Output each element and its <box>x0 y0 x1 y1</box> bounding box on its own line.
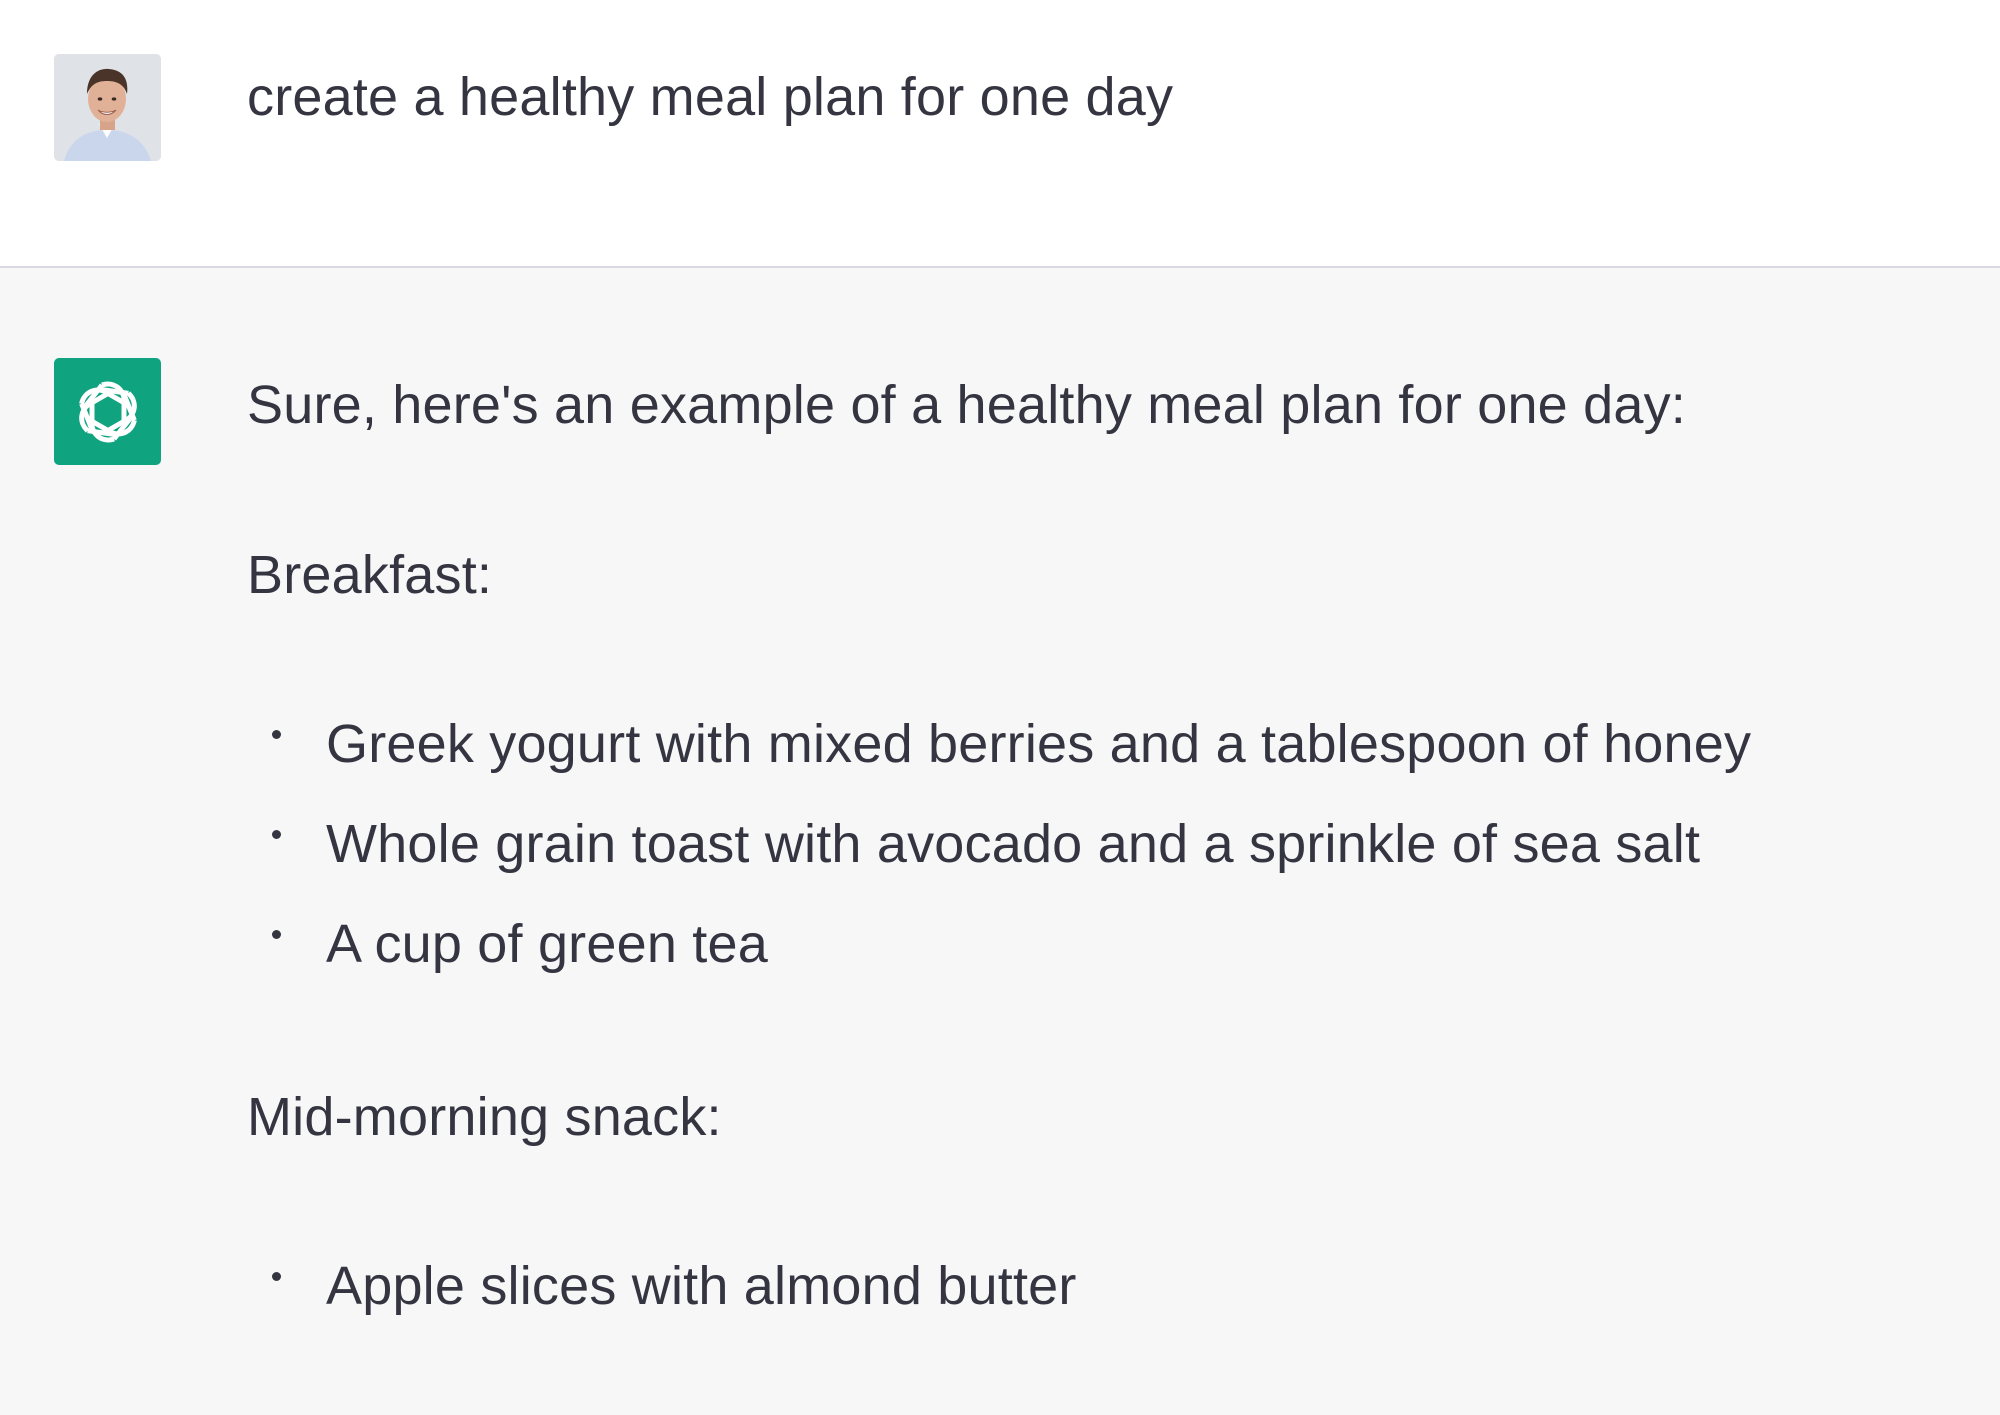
list-item: A cup of green tea <box>326 914 768 974</box>
bullet-dot <box>272 930 281 939</box>
user-message: create a healthy meal plan for one day <box>0 0 2000 268</box>
bullet-dot <box>272 830 281 839</box>
list-item: Whole grain toast with avocado and a spr… <box>326 814 1701 874</box>
assistant-intro: Sure, here's an example of a healthy mea… <box>247 375 1686 435</box>
section-heading-mid-morning-snack: Mid-morning snack: <box>247 1087 722 1147</box>
list-item: Greek yogurt with mixed berries and a ta… <box>326 714 1752 774</box>
bullet-dot <box>272 1272 281 1281</box>
assistant-message: Sure, here's an example of a healthy mea… <box>0 268 2000 1415</box>
section-heading-breakfast: Breakfast: <box>247 545 493 605</box>
user-avatar <box>54 54 161 161</box>
bullet-dot <box>272 730 281 739</box>
user-message-text: create a healthy meal plan for one day <box>247 67 1174 127</box>
chat-thread: create a healthy meal plan for one day S… <box>0 0 2000 1415</box>
openai-logo-icon <box>54 358 161 465</box>
list-item: Apple slices with almond butter <box>326 1256 1077 1316</box>
